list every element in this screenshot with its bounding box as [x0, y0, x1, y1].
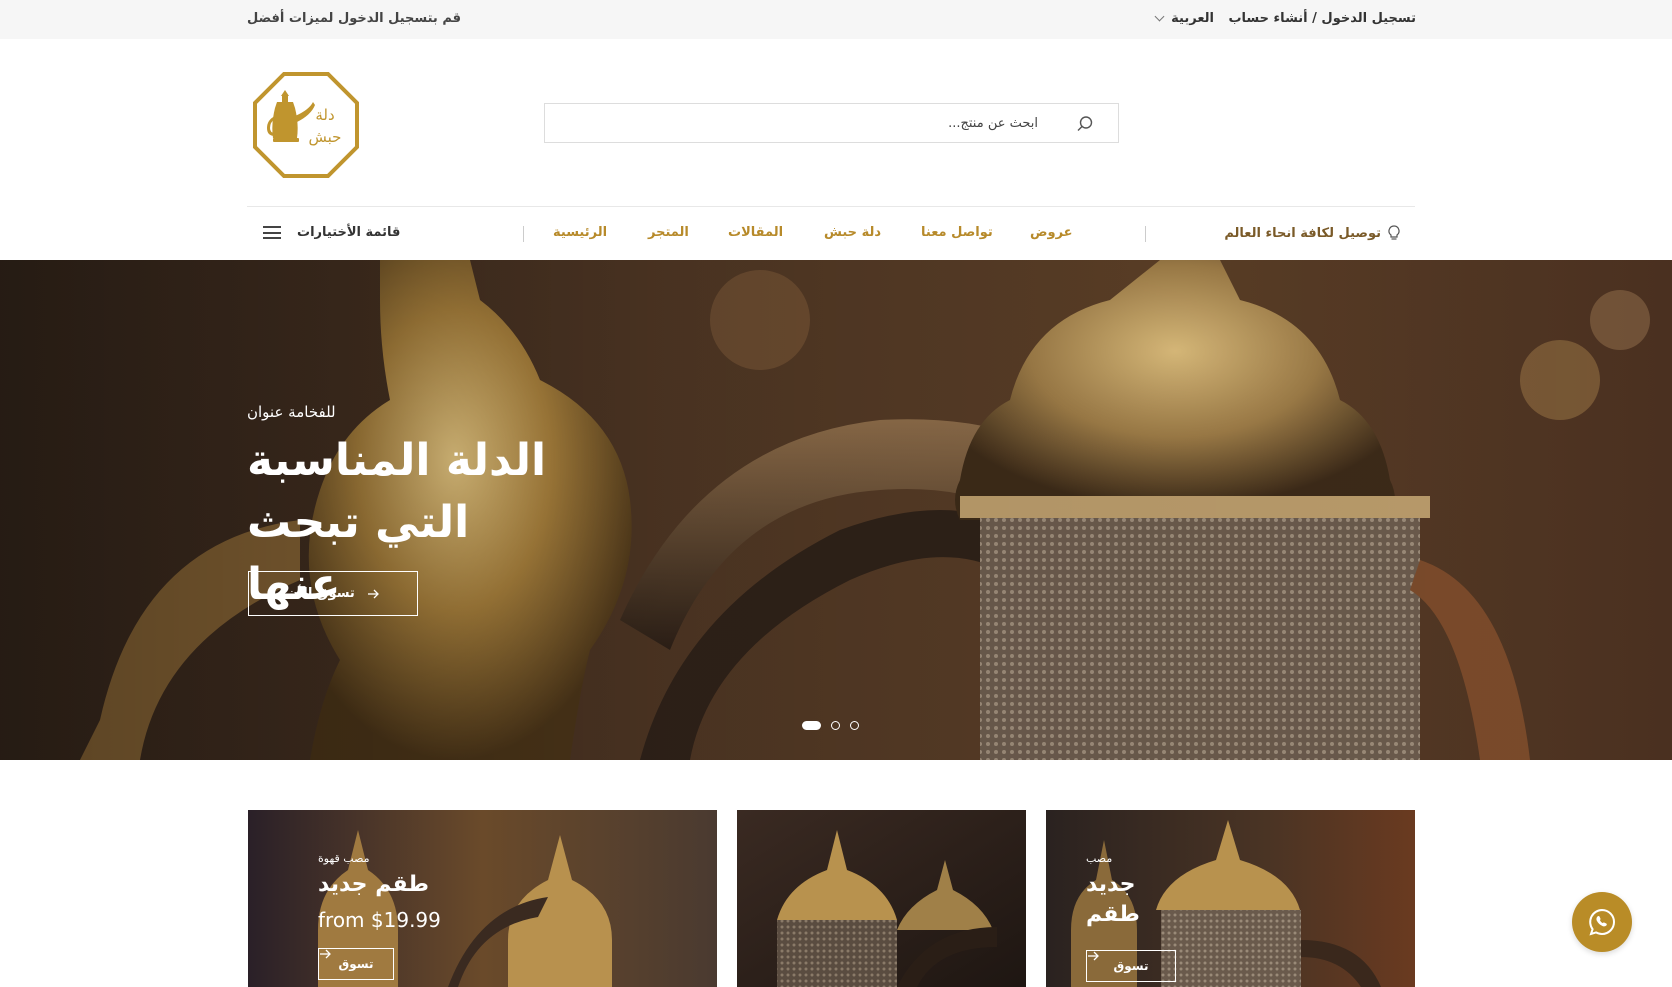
banner-image	[737, 810, 1026, 987]
nav-item-home[interactable]: الرئيسية	[553, 225, 607, 240]
options-menu-button[interactable]: قائمة الأختيارات	[263, 225, 400, 240]
whatsapp-chat-button[interactable]	[1572, 892, 1632, 952]
banner-shop-label: تسوق	[1113, 959, 1149, 973]
nav-divider	[1145, 226, 1146, 242]
arrow-right-icon	[367, 589, 379, 598]
login-promo-text: قم بتسجيل الدخول لميزات أفضل	[247, 11, 462, 26]
search-box	[544, 103, 1119, 143]
slider-dot-1[interactable]	[802, 721, 821, 730]
banner-subtitle: مصب قهوة	[318, 852, 370, 865]
lightbulb-icon	[1388, 225, 1400, 240]
arrow-right-icon	[1088, 951, 1099, 961]
hamburger-icon	[263, 226, 281, 239]
hero-slider: للفخامة عنوان الدلة المناسبة التي تبحث ع…	[0, 260, 1672, 760]
site-logo[interactable]: دلة حبش	[253, 72, 359, 178]
login-register-link[interactable]: تسجيل الدخول / أنشاء حساب	[1228, 11, 1416, 26]
slider-dot-3[interactable]	[850, 721, 859, 730]
nav-item-store[interactable]: المتجر	[648, 225, 689, 240]
banner-shop-button[interactable]: تسوق	[318, 948, 394, 980]
nav-item-dallah-habash[interactable]: دلة حبش	[824, 225, 881, 240]
hero-headline-line1: الدلة المناسبة	[247, 435, 547, 486]
nav-item-articles[interactable]: المقالات	[728, 225, 783, 240]
hero-subtitle: للفخامة عنوان	[247, 403, 336, 421]
arrow-right-icon	[320, 949, 331, 959]
nav-item-contact[interactable]: تواصل معنا	[921, 225, 993, 240]
banner-shop-button[interactable]: تسوق	[1086, 950, 1176, 982]
options-menu-label: قائمة الأختيارات	[297, 225, 401, 240]
chevron-down-icon	[1154, 11, 1165, 22]
promo-banner-coffee-set[interactable]: مصب قهوة طقم جديد from $19.99 تسوق	[248, 810, 717, 987]
banner-subtitle: مصب	[1086, 852, 1113, 865]
banner-price: from $19.99	[318, 908, 441, 932]
main-navigation: توصيل لكافة انحاء العالم عروض تواصل معنا…	[247, 206, 1415, 260]
shop-now-button[interactable]: تسوق الأن	[248, 571, 418, 616]
whatsapp-icon	[1589, 908, 1615, 936]
promo-banner-new-set[interactable]: مصب جديد طقم تسوق	[1046, 810, 1415, 987]
language-selector[interactable]: العربية	[1154, 11, 1214, 26]
language-label: العربية	[1171, 11, 1214, 26]
slider-pagination	[802, 721, 859, 730]
logo-text-line2: حبش	[309, 128, 342, 146]
banner-title-line2: طقم	[1086, 902, 1140, 927]
logo-text-line1: دلة	[315, 106, 334, 124]
top-bar: تسجيل الدخول / أنشاء حساب العربية قم بتس…	[0, 0, 1672, 39]
search-input[interactable]	[545, 104, 1118, 142]
nav-divider	[523, 226, 524, 242]
search-icon[interactable]	[1076, 115, 1094, 133]
banner-title: طقم جديد	[318, 872, 429, 897]
worldwide-shipping-notice: توصيل لكافة انحاء العالم	[1224, 225, 1401, 241]
promo-banner-dallah-collection[interactable]	[737, 810, 1026, 987]
slider-dot-2[interactable]	[831, 721, 840, 730]
nav-item-offers[interactable]: عروض	[1030, 225, 1073, 240]
shop-now-label: تسوق الأن	[287, 586, 355, 601]
banner-title-line1: جديد	[1086, 872, 1136, 897]
shipping-text: توصيل لكافة انحاء العالم	[1224, 225, 1381, 241]
banner-shop-label: تسوق	[338, 957, 374, 971]
